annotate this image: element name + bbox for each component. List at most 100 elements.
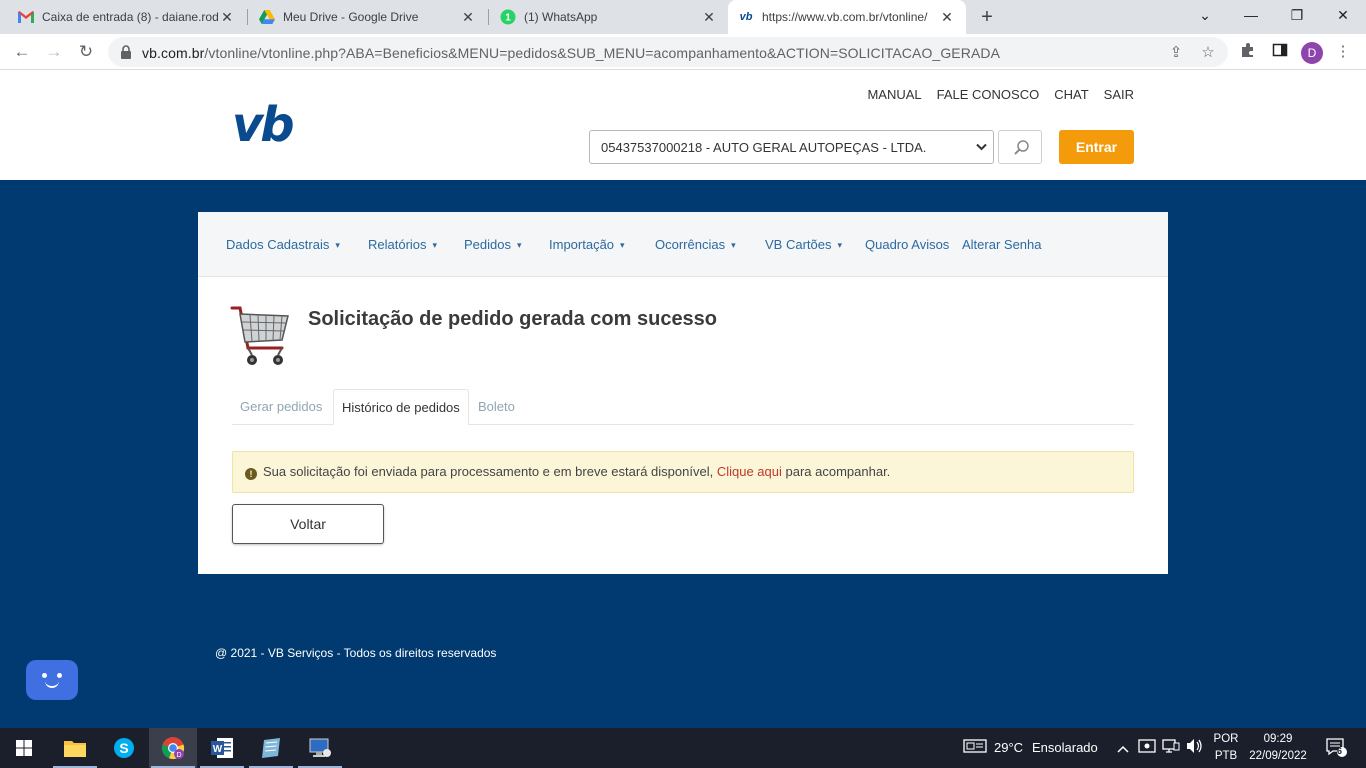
top-links: MANUAL FALE CONOSCO CHAT SAIR — [867, 87, 1134, 102]
menu-ocorrencias[interactable]: Ocorrências ▾ — [655, 237, 736, 252]
close-tab-icon[interactable]: ✕ — [459, 9, 477, 26]
tab-search-chevron-icon[interactable]: ⌄ — [1182, 0, 1228, 30]
new-tab-icon[interactable]: + — [976, 5, 998, 29]
site-header: vb MANUAL FALE CONOSCO CHAT SAIR 0543753… — [0, 70, 1366, 180]
sair-link[interactable]: SAIR — [1104, 87, 1134, 102]
meet-now-icon[interactable] — [1137, 738, 1157, 758]
chat-link[interactable]: CHAT — [1054, 87, 1088, 102]
close-tab-icon[interactable]: ✕ — [938, 9, 956, 26]
menu-vb-cartoes[interactable]: VB Cartões ▾ — [765, 237, 842, 252]
remote-desktop-icon[interactable] — [296, 728, 344, 768]
chevron-down-icon: ▾ — [837, 240, 843, 250]
chevron-down-icon: ▾ — [432, 240, 438, 250]
clock-date: 22/09/2022 — [1249, 750, 1307, 762]
alert-text: Sua solicitação foi enviada para process… — [263, 464, 714, 479]
tab-gerar-pedidos[interactable]: Gerar pedidos — [232, 389, 330, 425]
browser-tab-drive[interactable]: Meu Drive - Google Drive ✕ — [249, 0, 487, 34]
vb-logo[interactable]: vb — [232, 100, 295, 150]
word-icon[interactable]: W — [198, 728, 246, 768]
search-button[interactable] — [998, 130, 1042, 164]
google-drive-icon — [259, 9, 275, 25]
profile-avatar[interactable]: D — [1301, 42, 1323, 64]
order-tabs: Gerar pedidos Histórico de pedidos Bolet… — [232, 389, 1134, 425]
skype-icon[interactable]: S — [100, 728, 148, 768]
back-arrow-icon[interactable]: ← — [10, 40, 34, 64]
search-icon — [1014, 140, 1029, 155]
menu-pedidos[interactable]: Pedidos ▾ — [464, 237, 522, 252]
browser-toolbar: ← → ↻ vb.com.br/vtonline/vtonline.php?AB… — [0, 34, 1366, 70]
chevron-down-icon: ▾ — [516, 240, 522, 250]
tab-title: Caixa de entrada (8) - daiane.rod — [42, 10, 218, 24]
notifications-icon[interactable]: 6 — [1324, 738, 1350, 758]
notepad-icon[interactable] — [247, 728, 295, 768]
fale-conosco-link[interactable]: FALE CONOSCO — [937, 87, 1040, 102]
manual-link[interactable]: MANUAL — [867, 87, 921, 102]
windows-taskbar: S D W 29°C Ensolarado POR PTB 09:29 22/0… — [0, 728, 1366, 768]
lock-icon — [121, 45, 131, 59]
url-text: vb.com.br/vtonline/vtonline.php?ABA=Bene… — [142, 45, 1001, 61]
entrar-button[interactable]: Entrar — [1059, 130, 1134, 164]
weather-text[interactable]: Ensolarado — [1032, 728, 1098, 768]
network-icon[interactable] — [1161, 738, 1181, 758]
reload-icon[interactable]: ↻ — [74, 40, 98, 64]
svg-text:S: S — [119, 740, 128, 756]
forward-arrow-icon[interactable]: → — [42, 40, 66, 64]
svg-text:W: W — [213, 744, 223, 755]
weather-icon[interactable] — [962, 738, 988, 758]
browser-tab-gmail[interactable]: Caixa de entrada (8) - daiane.rod ✕ — [8, 0, 246, 34]
chrome-icon[interactable]: D — [149, 728, 197, 768]
voltar-button[interactable]: Voltar — [232, 504, 384, 544]
side-panel-icon[interactable] — [1270, 42, 1290, 62]
chevron-down-icon — [976, 140, 987, 154]
whatsapp-icon: 1 — [500, 9, 516, 25]
svg-text:1: 1 — [505, 13, 511, 24]
footer-copyright: @ 2021 - VB Serviços - Todos os direitos… — [215, 646, 497, 660]
info-icon: ! — [245, 468, 257, 480]
clock[interactable]: 09:29 22/09/2022 — [1246, 731, 1310, 765]
close-tab-icon[interactable]: ✕ — [218, 9, 236, 26]
clock-time: 09:29 — [1263, 733, 1293, 745]
browser-tab-strip: Caixa de entrada (8) - daiane.rod ✕ Meu … — [0, 0, 1366, 34]
restore-icon[interactable]: ❐ — [1274, 0, 1320, 30]
chevron-down-icon: ▾ — [335, 240, 340, 250]
chat-widget-icon[interactable] — [26, 660, 78, 700]
bookmark-star-icon[interactable]: ☆ — [1198, 43, 1218, 63]
menu-alterar-senha[interactable]: Alterar Senha — [962, 237, 1042, 252]
close-window-icon[interactable]: ✕ — [1320, 0, 1366, 30]
menu-dados-cadastrais[interactable]: Dados Cadastrais ▾ — [226, 237, 340, 252]
vb-icon: vb — [739, 11, 753, 23]
menu-quadro-avisos[interactable]: Quadro Avisos — [865, 237, 949, 252]
main-menu: Dados Cadastrais ▾ Relatórios ▾ Pedidos ▾ I… — [198, 212, 1168, 277]
tab-title: Meu Drive - Google Drive — [283, 10, 419, 24]
browser-tab-whatsapp[interactable]: 1 (1) WhatsApp ✕ — [490, 0, 728, 34]
tab-boleto[interactable]: Boleto — [470, 389, 523, 425]
clique-aqui-link[interactable]: Clique aqui — [717, 464, 782, 479]
main-card: Dados Cadastrais ▾ Relatórios ▾ Pedidos ▾ I… — [198, 212, 1168, 574]
language-indicator[interactable]: POR PTB — [1212, 731, 1240, 765]
volume-icon[interactable] — [1185, 738, 1205, 758]
notification-count: 6 — [1337, 746, 1343, 756]
minimize-icon[interactable]: — — [1228, 0, 1274, 30]
menu-relatorios[interactable]: Relatórios ▾ — [368, 237, 437, 252]
gmail-icon — [18, 9, 34, 25]
file-explorer-icon[interactable] — [51, 728, 99, 768]
weather-temp[interactable]: 29°C — [994, 728, 1023, 768]
chevron-down-icon: ▾ — [731, 240, 736, 250]
extensions-puzzle-icon[interactable] — [1238, 42, 1258, 62]
company-select-value: 05437537000218 - AUTO GERAL AUTOPEÇAS - … — [601, 140, 927, 155]
show-hidden-icons-chevron-icon[interactable] — [1113, 738, 1133, 758]
close-tab-icon[interactable]: ✕ — [700, 9, 718, 26]
tab-historico-de-pedidos[interactable]: Histórico de pedidos — [333, 389, 469, 425]
browser-tab-vb[interactable]: vb https://www.vb.com.br/vtonline/ ✕ — [728, 0, 966, 34]
success-alert: ! Sua solicitação foi enviada para proces… — [232, 451, 1134, 493]
menu-kebab-icon[interactable]: ⋮ — [1333, 42, 1353, 62]
chevron-down-icon: ▾ — [620, 240, 625, 250]
address-bar[interactable]: vb.com.br/vtonline/vtonline.php?ABA=Bene… — [108, 37, 1228, 67]
page-title: Solicitação de pedido gerada com sucesso — [308, 308, 718, 330]
windows-start-icon[interactable] — [0, 728, 48, 768]
alert-text-after: para acompanhar. — [785, 464, 891, 479]
company-select[interactable]: 05437537000218 - AUTO GERAL AUTOPEÇAS - … — [589, 130, 994, 164]
share-icon[interactable]: ⇪ — [1166, 43, 1186, 63]
shopping-cart-icon — [230, 306, 289, 365]
menu-importacao[interactable]: Importação ▾ — [549, 237, 625, 252]
